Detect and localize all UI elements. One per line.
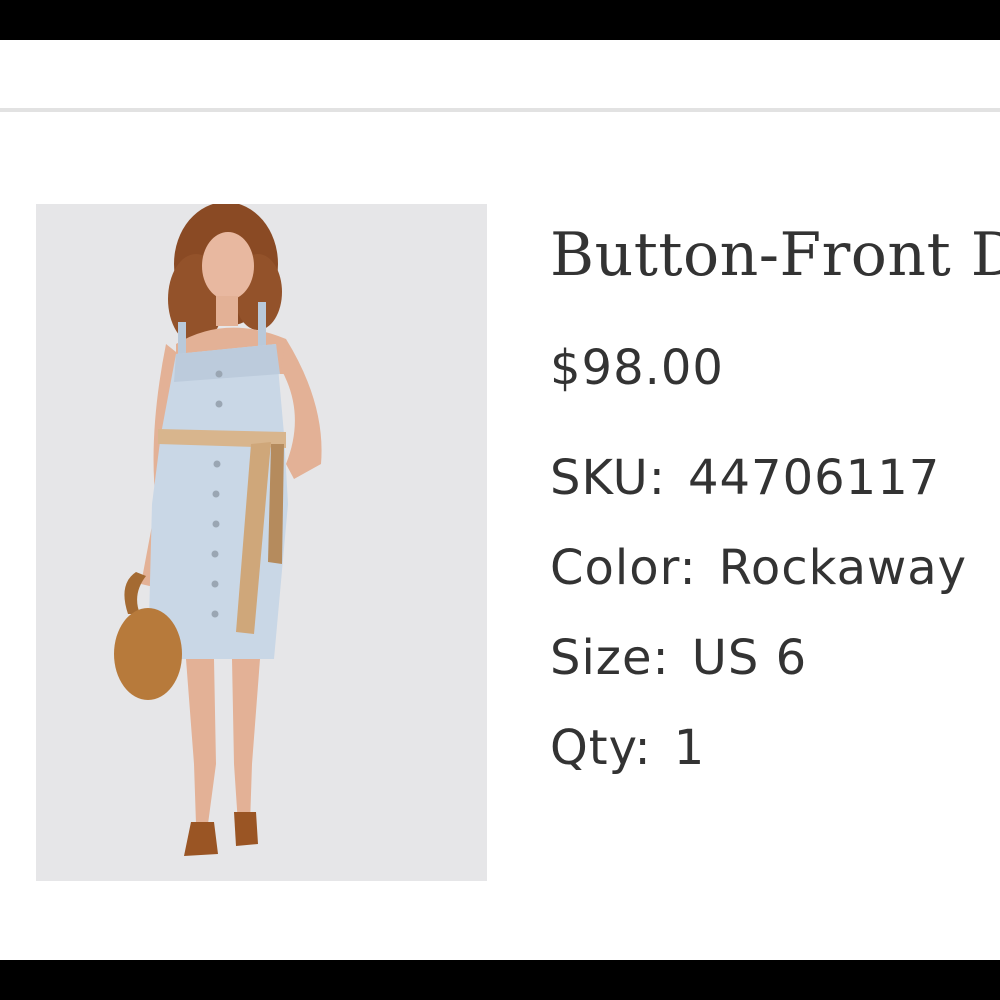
qty-label: Qty: <box>550 720 652 776</box>
model-denim-dress-illustration <box>36 204 487 881</box>
product-price: $98.00 <box>550 340 724 396</box>
sku-label: SKU: <box>550 450 666 506</box>
color-label: Color: <box>550 540 697 596</box>
qty-value: 1 <box>673 720 706 776</box>
size-label: Size: <box>550 630 670 686</box>
size-row: Size: US 6 <box>550 630 807 686</box>
size-value: US 6 <box>691 630 808 686</box>
color-row: Color: Rockaway <box>550 540 967 596</box>
color-value: Rockaway <box>718 540 968 596</box>
product-image[interactable] <box>36 204 487 881</box>
qty-row: Qty: 1 <box>550 720 705 776</box>
order-item-screen: Button-Front D $98.00 SKU: 44706117 Color… <box>0 40 1000 960</box>
header-divider <box>0 108 1000 112</box>
sku-row: SKU: 44706117 <box>550 450 940 506</box>
product-title[interactable]: Button-Front D <box>550 220 1000 290</box>
sku-value: 44706117 <box>687 450 941 506</box>
